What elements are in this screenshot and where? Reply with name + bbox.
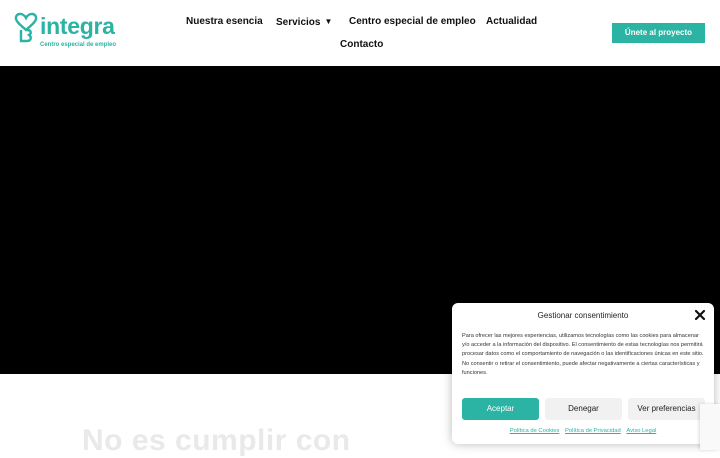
consent-title: Gestionar consentimiento	[537, 311, 629, 320]
logo-wordmark: integra	[40, 13, 115, 39]
view-preferences-button[interactable]: Ver preferencias	[628, 398, 705, 420]
deny-button[interactable]: Denegar	[545, 398, 622, 420]
close-icon[interactable]	[694, 309, 706, 321]
consent-text: Para ofrecer las mejores experiencias, u…	[462, 333, 704, 376]
nav-item-nuestra-esencia[interactable]: Nuestra esencia	[186, 15, 263, 29]
section-headline: No es cumplir con	[82, 424, 351, 457]
logo-heart-icon	[14, 12, 38, 43]
cookie-policy-link[interactable]: Política de Cookies	[510, 428, 560, 434]
cookie-consent-dialog: Gestionar consentimiento Para ofrecer la…	[452, 303, 714, 444]
legal-notice-link[interactable]: Aviso Legal	[626, 428, 656, 434]
nav-item-centro-especial[interactable]: Centro especial de empleo	[349, 15, 476, 29]
chevron-down-icon: ▼	[324, 17, 333, 26]
nav-item-servicios[interactable]: Servicios ▼	[276, 15, 332, 30]
consent-links: Política de Cookies Política de Privacid…	[452, 428, 714, 434]
site-logo[interactable]: integra Centro especial de empleo	[14, 8, 116, 54]
accept-button[interactable]: Aceptar	[462, 398, 539, 420]
nav-item-contacto[interactable]: Contacto	[340, 38, 383, 52]
privacy-policy-link[interactable]: Política de Privacidad	[565, 428, 621, 434]
site-header: integra Centro especial de empleo Nuestr…	[0, 0, 720, 66]
nav-item-servicios-label: Servicios	[276, 17, 321, 28]
logo-tagline: Centro especial de empleo	[40, 42, 117, 48]
recaptcha-badge[interactable]	[700, 404, 720, 450]
nav-item-actualidad[interactable]: Actualidad	[486, 15, 537, 29]
main-nav: Nuestra esencia Servicios ▼ Centro especi…	[176, 10, 546, 60]
join-project-button[interactable]: Únete al proyecto	[612, 23, 705, 43]
